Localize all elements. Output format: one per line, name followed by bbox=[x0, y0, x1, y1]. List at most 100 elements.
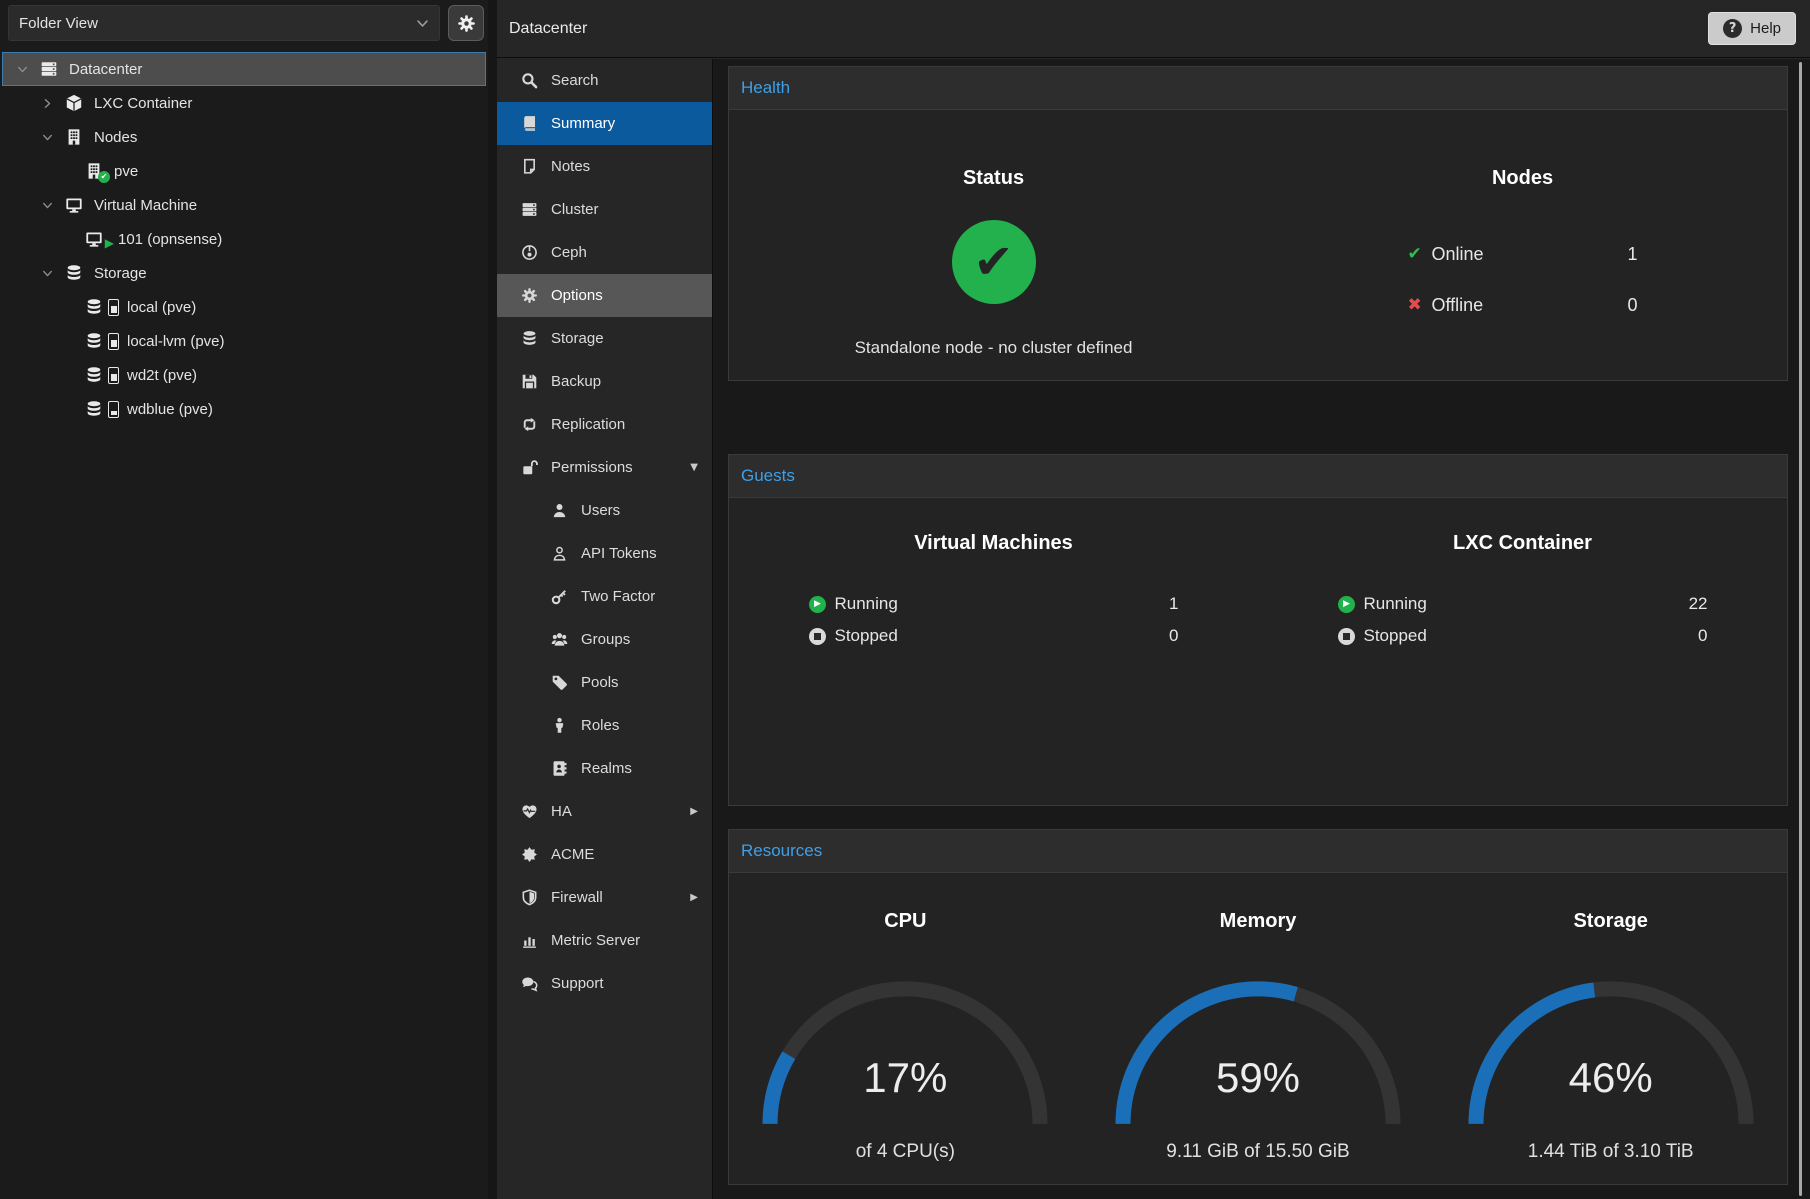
chevron-right-icon: ▶ bbox=[690, 892, 698, 903]
guests-panel-header: Guests bbox=[729, 455, 1787, 498]
resources-title: Resources bbox=[741, 841, 822, 861]
tree-item-datacenter[interactable]: Datacenter bbox=[2, 52, 486, 86]
menu-item-groups[interactable]: Groups bbox=[497, 618, 712, 661]
cross-icon: ✖ bbox=[1408, 295, 1432, 315]
resources-panel: Resources CPU 17% of 4 CPU(s) Memo bbox=[728, 829, 1788, 1185]
menu-item-permissions[interactable]: Permissions ▼ bbox=[497, 446, 712, 489]
nodes-online-row: ✔ Online 1 bbox=[1408, 240, 1638, 268]
menu-item-metric-server[interactable]: Metric Server bbox=[497, 919, 712, 962]
health-panel-header: Health bbox=[729, 67, 1787, 110]
user-outline-icon bbox=[549, 545, 569, 563]
view-selector[interactable]: Folder View bbox=[8, 5, 440, 41]
menu-item-storage[interactable]: Storage bbox=[497, 317, 712, 360]
database-icon bbox=[519, 330, 539, 348]
health-title: Health bbox=[741, 78, 790, 98]
menu-item-realms[interactable]: Realms bbox=[497, 747, 712, 790]
usage-gauge-icon bbox=[108, 367, 119, 384]
online-label: Online bbox=[1432, 244, 1484, 265]
tree-settings-button[interactable] bbox=[448, 5, 484, 41]
datacenter-icon bbox=[37, 60, 61, 78]
shield-icon bbox=[519, 889, 539, 907]
users-icon bbox=[549, 631, 569, 649]
vm-running-count: 1 bbox=[1169, 594, 1178, 614]
menu-item-acme[interactable]: ACME bbox=[497, 833, 712, 876]
tree-item-storage-wdblue[interactable]: wdblue (pve) bbox=[0, 392, 488, 426]
menu-item-notes[interactable]: Notes bbox=[497, 145, 712, 188]
expander-icon[interactable] bbox=[17, 62, 37, 76]
heartbeat-icon bbox=[519, 803, 539, 821]
monitor-running-icon: ▶ bbox=[82, 230, 106, 248]
chevron-down-icon bbox=[416, 17, 429, 30]
usage-gauge-icon bbox=[108, 401, 119, 418]
vm-heading: Virtual Machines bbox=[729, 532, 1258, 555]
help-button[interactable]: ? Help bbox=[1708, 12, 1796, 45]
database-usage-icon bbox=[82, 400, 106, 418]
gear-icon bbox=[457, 14, 476, 33]
database-usage-icon bbox=[82, 366, 106, 384]
tree-item-storage-wd2t[interactable]: wd2t (pve) bbox=[0, 358, 488, 392]
resource-tree: Datacenter LXC Container Nodes ✔ pve bbox=[0, 52, 488, 426]
menu-item-support[interactable]: Support bbox=[497, 962, 712, 1005]
proxmox-app: Folder View Datacenter LXC Container N bbox=[0, 0, 1810, 1199]
note-icon bbox=[519, 158, 539, 176]
menu-item-firewall[interactable]: Firewall ▶ bbox=[497, 876, 712, 919]
vertical-scrollbar[interactable] bbox=[1799, 62, 1802, 1196]
storage-percent: 46% bbox=[1461, 1054, 1761, 1102]
key-icon bbox=[549, 588, 569, 606]
help-button-label: Help bbox=[1750, 20, 1781, 37]
cpu-detail: of 4 CPU(s) bbox=[729, 1141, 1082, 1163]
expander-icon[interactable] bbox=[42, 130, 62, 144]
menu-item-roles[interactable]: Roles bbox=[497, 704, 712, 747]
memory-heading: Memory bbox=[1082, 910, 1435, 933]
tree-item-storage[interactable]: Storage bbox=[0, 256, 488, 290]
lxc-running-label: Running bbox=[1364, 594, 1427, 614]
health-panel: Health Status ✔ Standalone node - no clu… bbox=[728, 66, 1788, 381]
play-circle-icon: ▶ bbox=[809, 596, 826, 613]
offline-label: Offline bbox=[1432, 295, 1484, 316]
tree-toolbar: Folder View bbox=[0, 0, 488, 46]
menu-item-pools[interactable]: Pools bbox=[497, 661, 712, 704]
menu-item-api-tokens[interactable]: API Tokens bbox=[497, 532, 712, 575]
tag-icon bbox=[549, 674, 569, 692]
tree-item-storage-local-lvm[interactable]: local-lvm (pve) bbox=[0, 324, 488, 358]
page-title: Datacenter bbox=[509, 20, 587, 38]
menu-item-options[interactable]: Options bbox=[497, 274, 712, 317]
tree-item-pve[interactable]: ✔ pve bbox=[0, 154, 488, 188]
menu-item-two-factor[interactable]: Two Factor bbox=[497, 575, 712, 618]
lxc-running-row: ▶ Running 22 bbox=[1338, 588, 1708, 620]
guests-title: Guests bbox=[741, 466, 795, 486]
bar-chart-icon bbox=[519, 932, 539, 950]
play-circle-icon: ▶ bbox=[1338, 596, 1355, 613]
menu-item-users[interactable]: Users bbox=[497, 489, 712, 532]
book-icon bbox=[519, 115, 539, 133]
menu-item-replication[interactable]: Replication bbox=[497, 403, 712, 446]
menu-item-search[interactable]: Search bbox=[497, 59, 712, 102]
tree-item-nodes[interactable]: Nodes bbox=[0, 120, 488, 154]
usage-gauge-icon bbox=[108, 299, 119, 316]
expander-icon[interactable] bbox=[42, 96, 62, 110]
tree-item-storage-local[interactable]: local (pve) bbox=[0, 290, 488, 324]
menu-item-ceph[interactable]: Ceph bbox=[497, 231, 712, 274]
expander-icon[interactable] bbox=[42, 198, 62, 212]
tree-item-vm-101[interactable]: ▶ 101 (opnsense) bbox=[0, 222, 488, 256]
guests-panel: Guests Virtual Machines ▶ Running 1 bbox=[728, 454, 1788, 806]
lxc-stopped-row: Stopped 0 bbox=[1338, 620, 1708, 652]
tree-item-virtual-machine[interactable]: Virtual Machine bbox=[0, 188, 488, 222]
menu-item-summary[interactable]: Summary bbox=[497, 102, 712, 145]
health-status-column: Status ✔ Standalone node - no cluster de… bbox=[729, 110, 1258, 382]
cpu-gauge-column: CPU 17% of 4 CPU(s) bbox=[729, 873, 1082, 1186]
address-book-icon bbox=[549, 760, 569, 778]
menu-item-cluster[interactable]: Cluster bbox=[497, 188, 712, 231]
database-usage-icon bbox=[82, 332, 106, 350]
gear-icon bbox=[519, 287, 539, 305]
expander-icon[interactable] bbox=[42, 266, 62, 280]
menu-item-ha[interactable]: HA ▶ bbox=[497, 790, 712, 833]
cpu-gauge: 17% bbox=[755, 970, 1055, 1139]
comments-icon bbox=[519, 975, 539, 993]
search-icon bbox=[519, 72, 539, 90]
tree-item-lxc-container[interactable]: LXC Container bbox=[0, 86, 488, 120]
view-selector-value: Folder View bbox=[19, 15, 98, 32]
menu-item-backup[interactable]: Backup bbox=[497, 360, 712, 403]
memory-percent: 59% bbox=[1108, 1054, 1408, 1102]
replication-icon bbox=[519, 416, 539, 434]
